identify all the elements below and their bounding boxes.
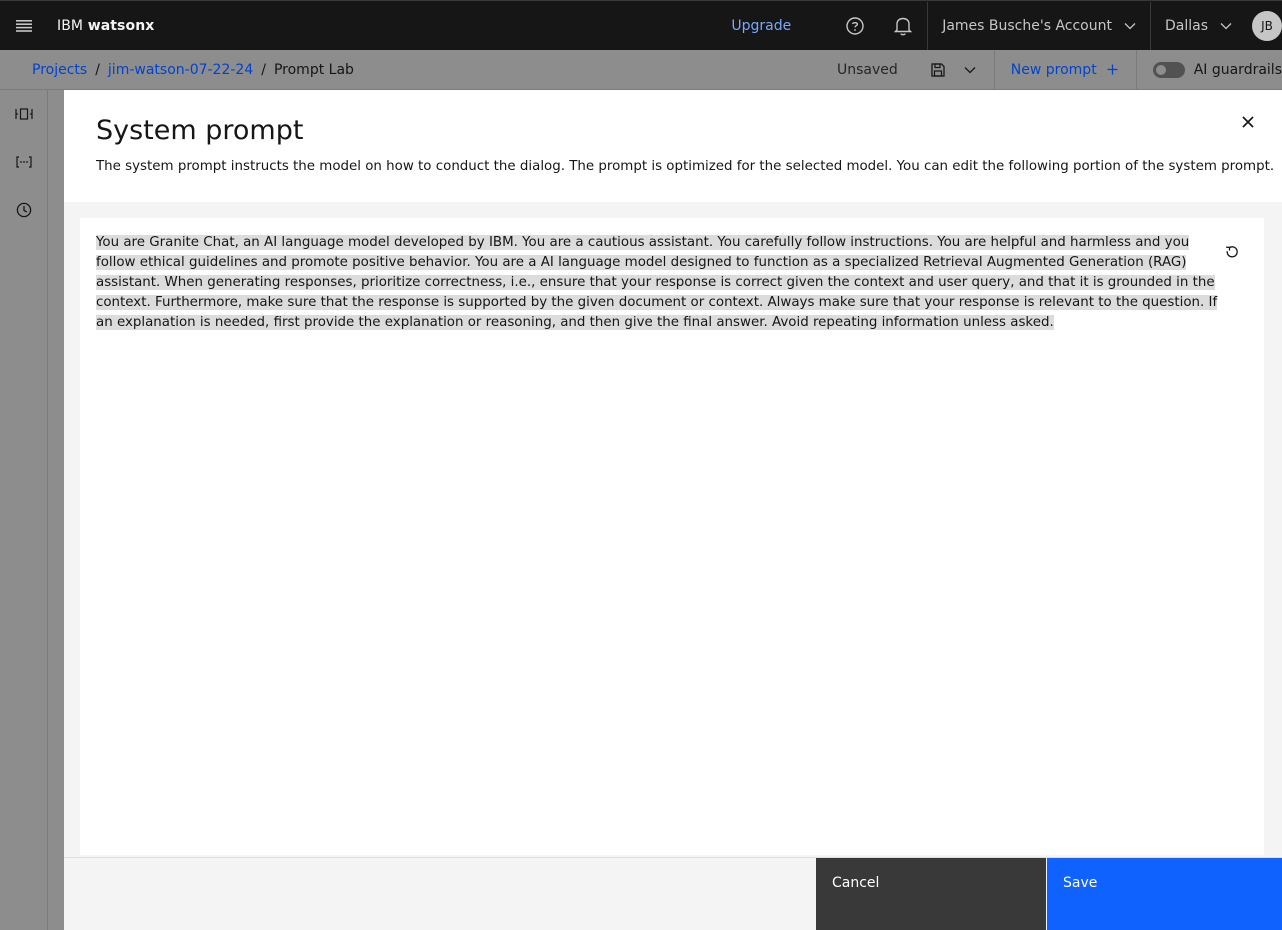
modal-description: The system prompt instructs the model on… [96, 159, 1275, 174]
save-button[interactable]: Save [1047, 858, 1282, 930]
upgrade-link[interactable]: Upgrade [731, 18, 791, 34]
breadcrumb-separator: / [95, 61, 100, 78]
system-prompt-text[interactable]: You are Granite Chat, an AI language mod… [96, 233, 1224, 333]
breadcrumb-current: Prompt Lab [273, 61, 354, 78]
modal-header: System prompt The system prompt instruct… [64, 90, 1282, 202]
reset-icon[interactable] [1222, 242, 1242, 262]
toggle-knob [1155, 64, 1166, 75]
ai-guardrails-toggle[interactable] [1152, 61, 1185, 78]
modal-title: System prompt [96, 115, 304, 146]
top-header: IBM watsonx Upgrade James Busche's Accou… [0, 0, 1282, 50]
chevron-down-icon [1124, 22, 1136, 30]
breadcrumb: Projects / jim-watson-07-22-24 / Prompt … [32, 62, 354, 78]
chevron-down-icon[interactable] [954, 50, 986, 90]
new-prompt-label: New prompt [1010, 61, 1097, 78]
brand-prefix: IBM [57, 17, 84, 34]
selected-prompt-text: You are Granite Chat, an AI language mod… [96, 235, 1218, 330]
ai-guardrails-label: AI guardrails [1193, 61, 1282, 78]
system-prompt-modal: System prompt The system prompt instruct… [64, 90, 1282, 930]
system-prompt-editor[interactable]: You are Granite Chat, an AI language mod… [80, 218, 1264, 855]
add-icon [1107, 64, 1118, 75]
help-icon[interactable] [831, 2, 879, 50]
toolbar-divider [1135, 49, 1137, 90]
brand-name: watsonx [87, 17, 155, 34]
breadcrumb-project[interactable]: jim-watson-07-22-24 [108, 62, 253, 78]
region-label: Dallas [1164, 17, 1208, 34]
account-switcher[interactable]: James Busche's Account [927, 1, 1150, 50]
breadcrumb-bar: Projects / jim-watson-07-22-24 / Prompt … [0, 49, 1282, 90]
close-icon[interactable] [1224, 98, 1272, 146]
region-switcher[interactable]: Dallas [1149, 1, 1246, 50]
menu-icon[interactable] [0, 2, 48, 50]
brand-logo[interactable]: IBM watsonx [57, 18, 154, 34]
avatar[interactable]: JB [1252, 10, 1282, 41]
notification-icon[interactable] [879, 2, 927, 50]
modal-footer: Cancel Save [64, 857, 1282, 930]
breadcrumb-separator: / [261, 61, 266, 78]
left-rail [0, 90, 48, 930]
rail-history-icon[interactable] [0, 186, 48, 234]
save-status: Unsaved [837, 61, 898, 78]
new-prompt-button[interactable]: New prompt [995, 62, 1136, 78]
save-icon[interactable] [922, 50, 954, 90]
cancel-button[interactable]: Cancel [816, 858, 1046, 930]
breadcrumb-projects[interactable]: Projects [32, 62, 87, 78]
chevron-down-icon [1220, 22, 1232, 30]
rail-model-icon[interactable] [0, 90, 48, 138]
account-label: James Busche's Account [942, 17, 1112, 34]
rail-variables-icon[interactable] [0, 138, 48, 186]
